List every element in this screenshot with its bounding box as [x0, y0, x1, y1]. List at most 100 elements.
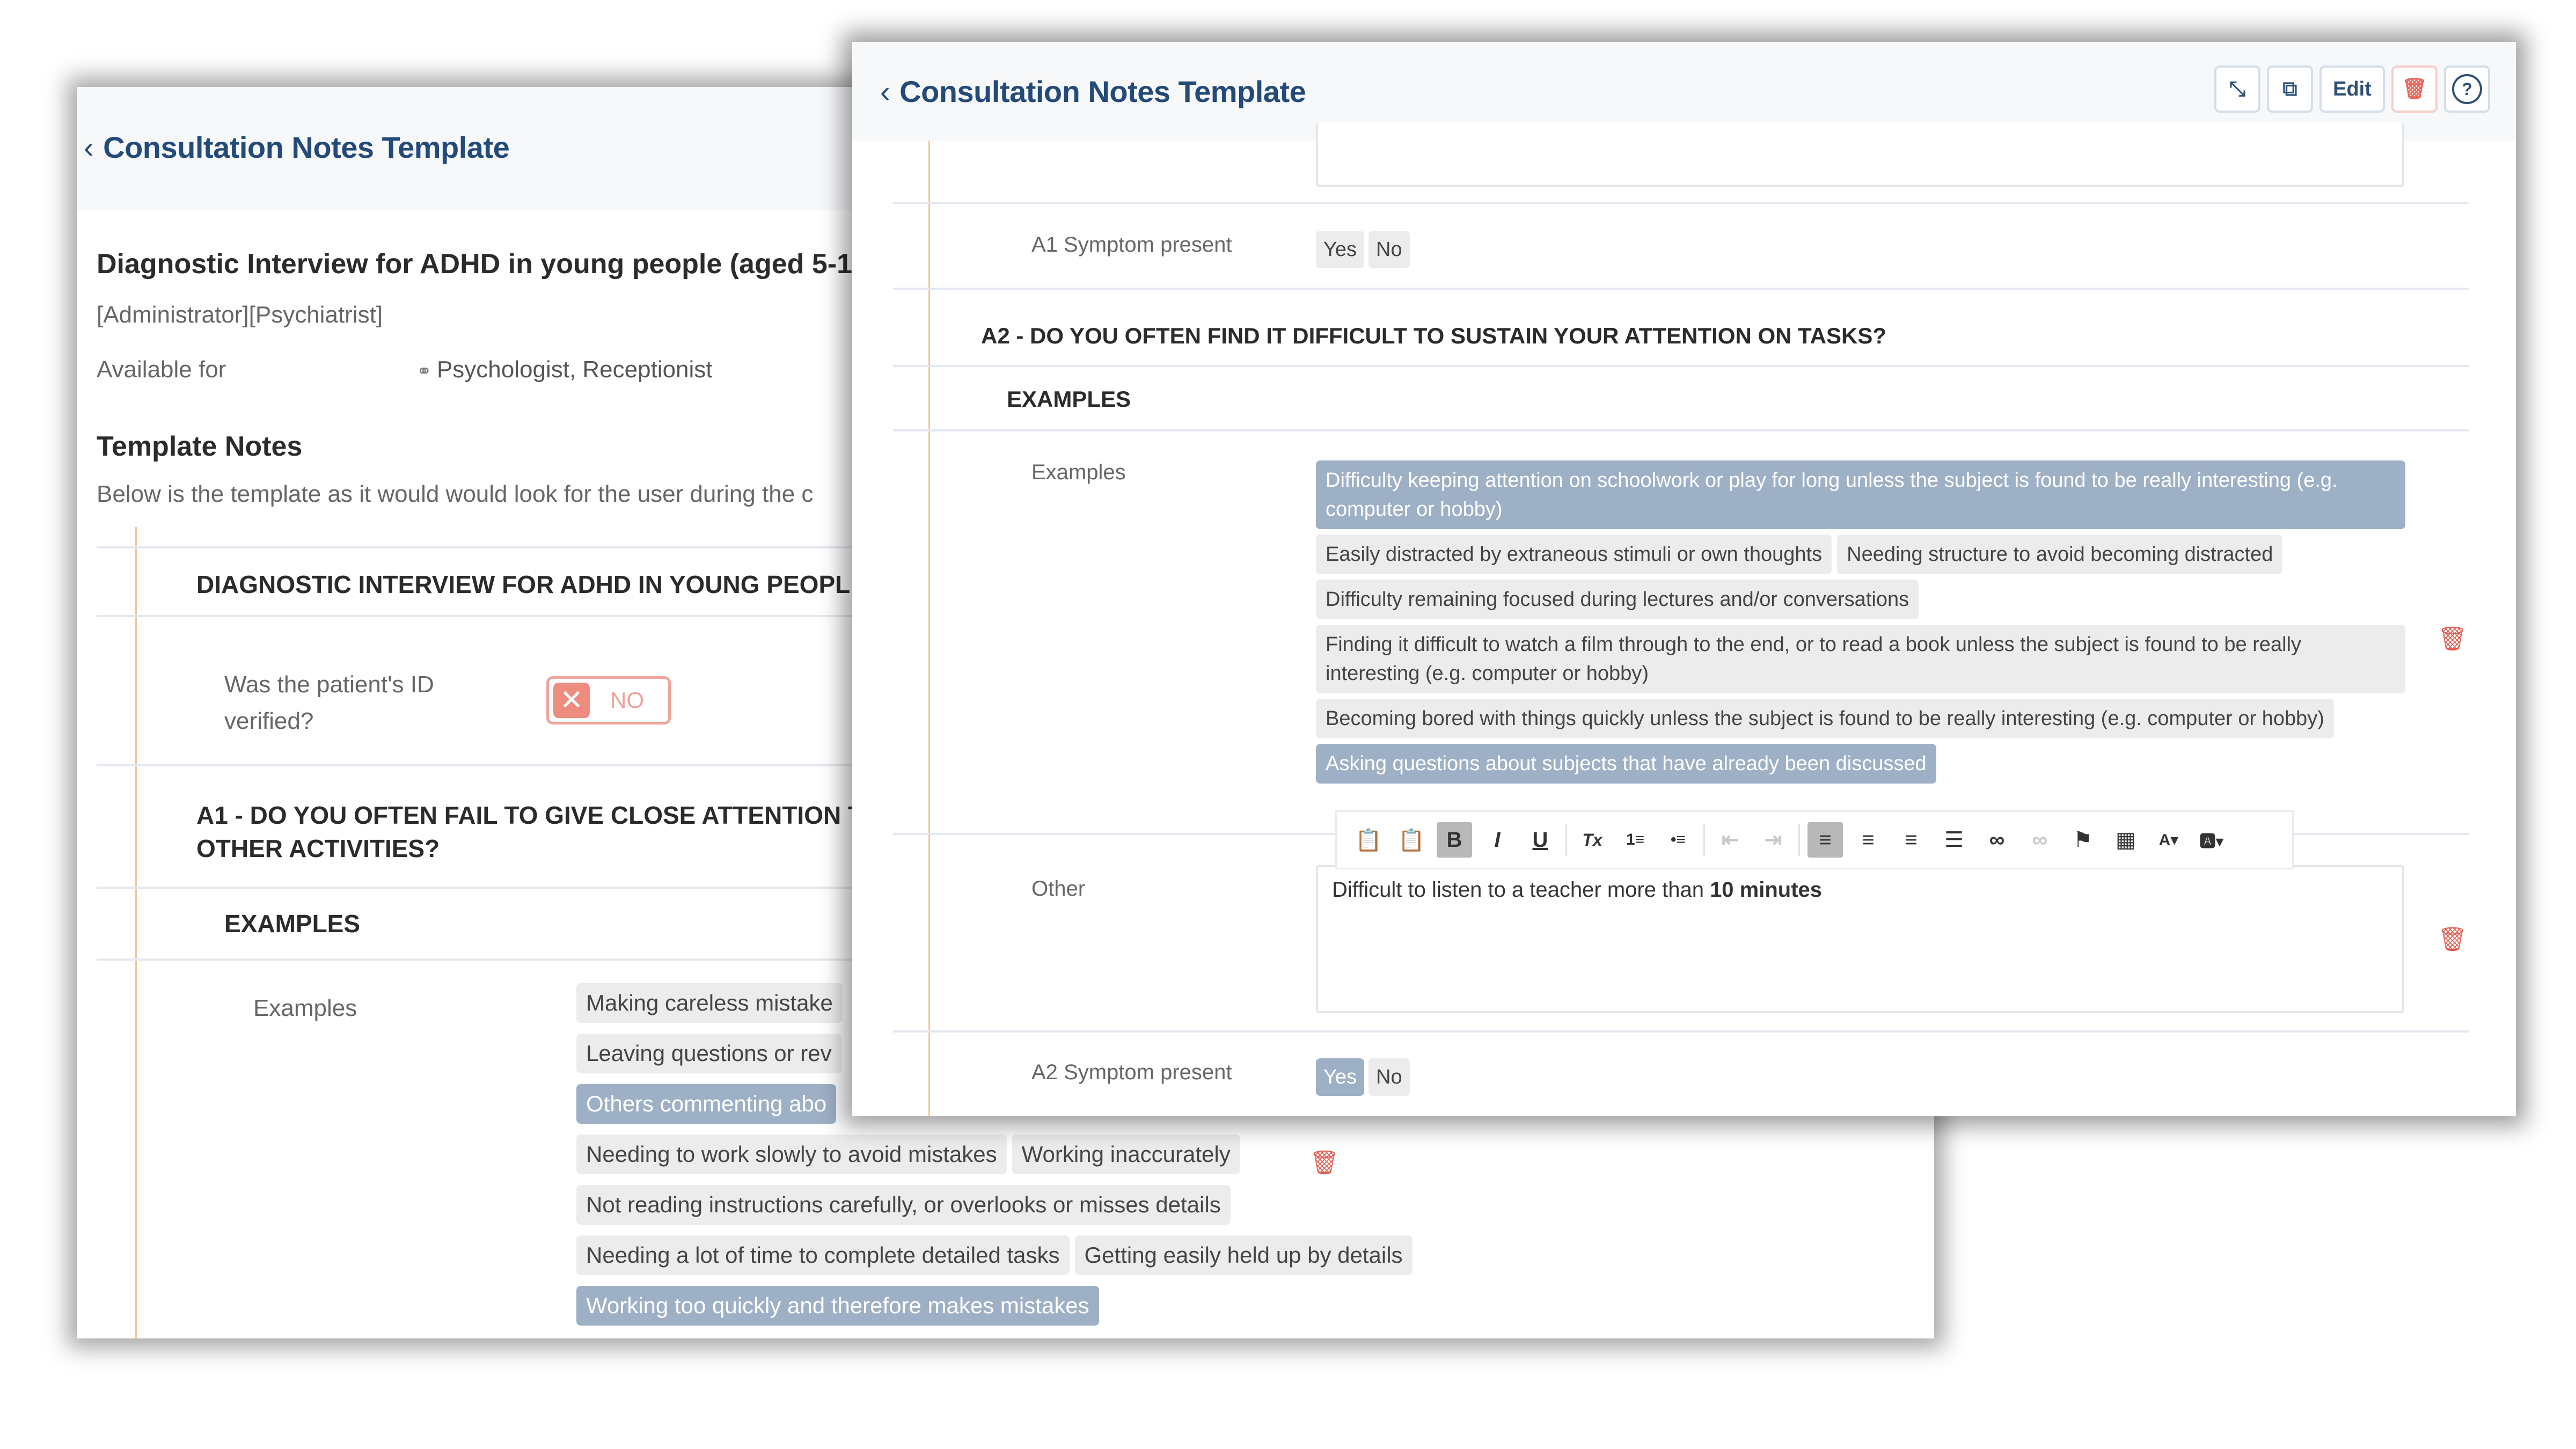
paste-text-icon[interactable]: 📋 — [1394, 822, 1429, 858]
chevron-left-icon: ‹ — [880, 75, 890, 108]
page-title: Consultation Notes Template — [103, 130, 510, 164]
available-for-label: Available for — [97, 356, 226, 383]
clear-format-icon[interactable]: Tx — [1575, 822, 1610, 858]
chevron-left-icon: ‹ — [84, 130, 94, 164]
template-notes-heading: Template Notes — [97, 431, 303, 462]
toolbar-separator — [1703, 824, 1705, 856]
align-center-icon[interactable]: ≡ — [1850, 822, 1886, 858]
trash-icon: 🗑 — [2401, 78, 2428, 100]
page-title: Consultation Notes Template — [899, 75, 1306, 108]
duplicate-button[interactable]: ⧉ — [2267, 65, 2313, 113]
chip-row: Difficulty keeping attention on schoolwo… — [1316, 460, 2411, 529]
table-icon[interactable]: ▦ — [2108, 822, 2143, 858]
chip-row: Working too quickly and therefore makes … — [576, 1286, 1757, 1326]
examples-heading: EXAMPLES — [1007, 386, 1131, 412]
section-accent-line — [135, 527, 137, 1338]
a1-symptom-options: Yes No — [1316, 231, 1414, 275]
help-circle-icon: ? — [2452, 74, 2482, 104]
template-name: Diagnostic Interview for ADHD in young p… — [97, 248, 853, 280]
toolbar-separator — [1565, 824, 1567, 856]
other-text-bold: 10 minutes — [1710, 878, 1823, 902]
example-chip[interactable]: Becoming bored with things quickly unles… — [1316, 699, 2334, 738]
expand-button[interactable]: ⤡ — [2214, 65, 2260, 113]
example-chip[interactable]: Needing structure to avoid becoming dist… — [1837, 535, 2283, 574]
back-button[interactable]: ‹ Consultation Notes Template — [84, 130, 510, 165]
align-left-icon[interactable]: ≡ — [1807, 822, 1843, 858]
divider — [893, 1030, 2469, 1033]
window-toolbar: ⤡ ⧉ Edit 🗑 ? — [2214, 65, 2490, 113]
rich-text-toolbar: 📋 📋 B I U Tx 1≡ •≡ ⇤ ⇥ ≡ ≡ ≡ ☰ ∞ ∞ ⚑ ▦ A▾ 🅰▾ — [1335, 810, 2294, 869]
back-button[interactable]: ‹ Consultation Notes Template — [880, 74, 1306, 109]
copy-window-icon: ⧉ — [2282, 77, 2297, 100]
bold-icon[interactable]: B — [1437, 822, 1472, 858]
example-chip[interactable]: Finding it difficult to watch a film thr… — [1316, 625, 2405, 693]
example-chip[interactable]: Needing to work slowly to avoid mistakes — [576, 1135, 1007, 1174]
link-icon[interactable]: ∞ — [1979, 822, 2015, 858]
italic-icon[interactable]: I — [1480, 822, 1515, 858]
example-chip[interactable]: Difficulty remaining focused during lect… — [1316, 580, 1919, 619]
section-accent-line — [928, 141, 930, 1116]
other-text-editor[interactable]: Difficult to listen to a teacher more th… — [1316, 865, 2404, 1013]
id-verified-label: Was the patient's ID verified? — [224, 671, 434, 734]
examples-chip-group: Difficulty keeping attention on schoolwo… — [1316, 460, 2411, 789]
a2-symptom-options: Yes No — [1316, 1058, 1414, 1102]
available-for-value: ⚭ Psychologist, Receptionist — [416, 356, 713, 383]
symptom-option-no[interactable]: No — [1368, 231, 1410, 268]
chip-row: Needing a lot of time to complete detail… — [576, 1235, 1757, 1275]
close-x-icon: ✕ — [553, 683, 590, 718]
symptom-option-no[interactable]: No — [1368, 1058, 1410, 1096]
indent-icon[interactable]: ⇥ — [1755, 822, 1791, 858]
bg-color-icon[interactable]: 🅰▾ — [2194, 822, 2229, 858]
justify-icon[interactable]: ☰ — [1936, 822, 1972, 858]
a1-question: A1 - DO YOU OFTEN FAIL TO GIVE CLOSE ATT… — [196, 801, 863, 829]
delete-row-trash-icon[interactable]: 🗑 — [1309, 1148, 1340, 1176]
example-chip[interactable]: Working inaccurately — [1012, 1135, 1240, 1174]
other-text-content: Difficult to listen to a teacher more th… — [1332, 878, 1822, 902]
section-title: DIAGNOSTIC INTERVIEW FOR ADHD IN YOUNG P… — [196, 570, 851, 598]
chip-row: Asking questions about subjects that hav… — [1316, 744, 2411, 784]
expand-arrows-icon: ⤡ — [2229, 77, 2246, 100]
paste-icon[interactable]: 📋 — [1351, 822, 1386, 858]
symptom-option-yes[interactable]: Yes — [1316, 1058, 1364, 1096]
examples-label: Examples — [253, 995, 357, 1021]
divider — [893, 429, 2469, 431]
other-label: Other — [1031, 877, 1086, 901]
a1-question-line2: OTHER ACTIVITIES? — [196, 835, 440, 862]
text-color-icon[interactable]: A▾ — [2151, 822, 2186, 858]
id-verified-toggle[interactable]: ✕ NO — [546, 676, 671, 724]
chip-row: Needing to work slowly to avoid mistakes… — [576, 1135, 1757, 1174]
unlink-icon[interactable]: ∞ — [2022, 822, 2058, 858]
example-chip[interactable]: Easily distracted by extraneous stimuli … — [1316, 535, 1832, 574]
example-chip[interactable]: Making careless mistake — [576, 983, 843, 1023]
align-right-icon[interactable]: ≡ — [1893, 822, 1929, 858]
delete-row-trash-icon[interactable]: 🗑 — [2438, 625, 2468, 653]
example-chip[interactable]: Getting easily held up by details — [1074, 1235, 1413, 1275]
example-chip[interactable]: Difficulty keeping attention on schoolwo… — [1316, 460, 2405, 529]
template-roles: [Administrator][Psychiatrist] — [97, 302, 383, 328]
outdent-icon[interactable]: ⇤ — [1713, 822, 1748, 858]
delete-row-trash-icon[interactable]: 🗑 — [2438, 925, 2468, 953]
template-notes-description: Below is the template as it would would … — [97, 481, 814, 507]
example-chip[interactable]: Asking questions about subjects that hav… — [1316, 744, 1936, 784]
previous-text-field[interactable] — [1316, 122, 2404, 187]
roles-icon: ⚭ — [416, 361, 437, 382]
a2-question: A2 - DO YOU OFTEN FIND IT DIFFICULT TO S… — [981, 323, 1886, 348]
edit-button[interactable]: Edit — [2319, 65, 2385, 113]
other-text-plain: Difficult to listen to a teacher more th… — [1332, 878, 1710, 902]
divider — [893, 288, 2469, 290]
symptom-option-yes[interactable]: Yes — [1316, 231, 1364, 268]
example-chip[interactable]: Others commenting abo — [576, 1084, 837, 1124]
underline-icon[interactable]: U — [1523, 822, 1558, 858]
chip-row: Finding it difficult to watch a film thr… — [1316, 625, 2411, 693]
example-chip[interactable]: Needing a lot of time to complete detail… — [576, 1235, 1070, 1275]
example-chip[interactable]: Working too quickly and therefore makes … — [576, 1286, 1099, 1326]
example-chip[interactable]: Not reading instructions carefully, or o… — [576, 1185, 1231, 1225]
delete-button[interactable]: 🗑 — [2391, 65, 2438, 113]
numbered-list-icon[interactable]: 1≡ — [1618, 822, 1653, 858]
flag-icon[interactable]: ⚑ — [2065, 822, 2101, 858]
chip-row: Easily distracted by extraneous stimuli … — [1316, 535, 2411, 574]
help-button[interactable]: ? — [2444, 65, 2490, 113]
available-for-roles: Psychologist, Receptionist — [436, 356, 713, 383]
bullet-list-icon[interactable]: •≡ — [1660, 822, 1696, 858]
example-chip[interactable]: Leaving questions or rev — [576, 1034, 841, 1073]
